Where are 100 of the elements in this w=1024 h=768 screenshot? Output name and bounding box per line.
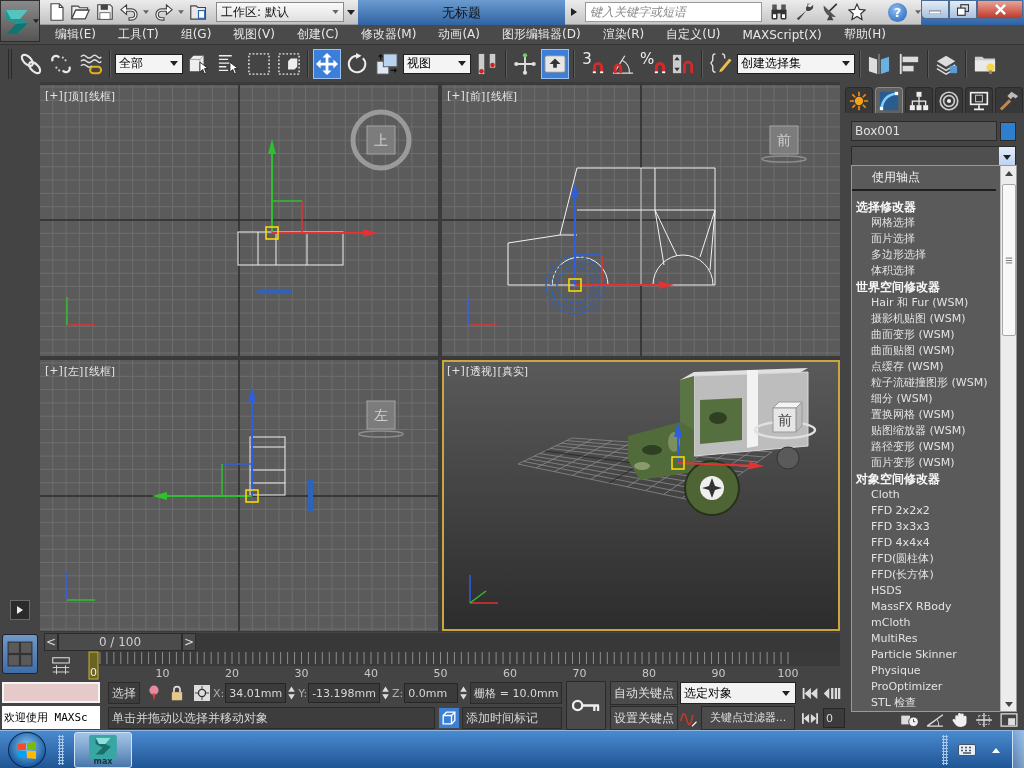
taskbar-app-button[interactable]: max	[74, 732, 132, 768]
menu-item[interactable]: 组(G)	[180, 26, 212, 43]
menu-item[interactable]: MAXScript(X)	[742, 27, 822, 42]
spinner-arrows-icon[interactable]	[460, 686, 468, 700]
modifier-option[interactable]: 体积选择	[852, 263, 1000, 279]
search-field[interactable]: 键入关键字或短语	[585, 2, 762, 22]
script-input-field[interactable]	[2, 682, 100, 703]
menu-item[interactable]: 自定义(U)	[666, 26, 721, 43]
spinner-arrows-icon[interactable]	[288, 686, 296, 700]
menu-item[interactable]: 编辑(E)	[55, 26, 96, 43]
move-gizmo[interactable]	[671, 422, 764, 470]
keyboard-icon[interactable]	[958, 744, 976, 756]
menu-item[interactable]: 创建(C)	[296, 26, 339, 43]
modifier-option[interactable]: Cloth	[852, 487, 1000, 503]
modifier-option[interactable]: 点缓存 (WSM)	[852, 359, 1000, 375]
scroll-thumb[interactable]	[1001, 184, 1016, 336]
move-button[interactable]	[313, 48, 341, 79]
modifier-option[interactable]: HSDS	[852, 583, 1000, 599]
viewport-menu[interactable]: [+]	[447, 364, 465, 379]
menu-item[interactable]: 动画(A)	[438, 26, 480, 43]
modifier-option[interactable]: Hair 和 Fur (WSM)	[852, 295, 1000, 311]
set-keys-button[interactable]	[566, 681, 606, 730]
modifier-option[interactable]: 多边形选择	[852, 247, 1000, 263]
modify-tab[interactable]	[875, 87, 903, 113]
coordinate-field[interactable]: 0.0mm	[404, 683, 459, 703]
caret-right-icon[interactable]	[571, 8, 577, 16]
key-mode-dropdown[interactable]: 选定对象	[680, 682, 796, 704]
caret-down-icon[interactable]	[1004, 702, 1013, 707]
viewport[interactable]: 左 [+][左][线框]	[40, 360, 438, 631]
binoculars-icon[interactable]	[770, 3, 788, 21]
motion-tab[interactable]	[935, 87, 963, 113]
modifier-option[interactable]: mCloth	[852, 615, 1000, 631]
object-color-swatch[interactable]	[1000, 121, 1016, 141]
play-button[interactable]	[10, 600, 30, 620]
workspace-dropdown[interactable]: 工作区: 默认	[216, 2, 344, 22]
modifier-option[interactable]: 贴图缩放器 (WSM)	[852, 423, 1000, 439]
frame-field[interactable]: 0	[823, 708, 845, 728]
viewport-menu[interactable]: [顶]	[63, 89, 84, 104]
menu-item[interactable]: 渲染(R)	[602, 26, 645, 43]
double-triangle-icon[interactable]	[802, 712, 818, 724]
modifier-option[interactable]: 置换网格 (WSM)	[852, 407, 1000, 423]
transform-mode-button[interactable]	[194, 682, 210, 704]
modifier-option[interactable]: 面片选择	[852, 231, 1000, 247]
wrench-icon[interactable]	[796, 3, 814, 21]
set-key-button[interactable]: 设置关键点	[610, 706, 678, 730]
viewport-menu[interactable]: [线框]	[84, 89, 115, 104]
modifier-option[interactable]: 面片变形 (WSM)	[852, 455, 1000, 471]
maximize-icon[interactable]	[1000, 713, 1018, 727]
move-gizmo[interactable]	[568, 183, 674, 292]
modifier-option[interactable]: FFD 4x4x4	[852, 535, 1000, 551]
menu-item[interactable]: 图形编辑器(D)	[501, 26, 581, 43]
auto-key-button[interactable]: 自动关键点	[610, 681, 678, 705]
coordinate-field[interactable]: 34.01mm	[225, 683, 287, 703]
menu-item[interactable]: 修改器(M)	[360, 26, 417, 43]
modifier-option[interactable]: FFD(圆柱体)	[852, 551, 1000, 567]
scrollbar[interactable]	[1000, 166, 1016, 711]
viewport-menu[interactable]: [左]	[63, 364, 84, 379]
time-marker[interactable]: 0	[88, 651, 99, 680]
modifier-option[interactable]: STL 检查	[852, 695, 1000, 711]
star-icon[interactable]	[848, 3, 866, 21]
application-button[interactable]	[0, 0, 40, 42]
spinner-arrows-icon[interactable]	[382, 686, 390, 700]
modifier-option[interactable]: 网格选择	[852, 215, 1000, 231]
viewport-menu[interactable]: [前]	[465, 89, 486, 104]
previous-frame-button[interactable]: <	[44, 632, 58, 651]
viewport-menu[interactable]: [线框]	[486, 89, 517, 104]
next-frame-button[interactable]: >	[182, 632, 196, 651]
selection-filter-dropdown[interactable]: 全部	[115, 53, 183, 74]
time-slider-thumb[interactable]: 0 / 100	[58, 632, 182, 651]
modifier-option[interactable]: 路径变形 (WSM)	[852, 439, 1000, 455]
coordinate-field[interactable]: -13.198mm	[308, 683, 381, 703]
shortcut-override-button[interactable]	[541, 48, 569, 79]
save-button[interactable]	[94, 1, 115, 23]
angle-lines-icon[interactable]	[926, 713, 944, 727]
modifier-option[interactable]: ProOptimizer	[852, 679, 1000, 695]
modifier-option[interactable]: Physique	[852, 663, 1000, 679]
previous-frame-icon[interactable]	[823, 687, 841, 699]
modifier-option[interactable]: 摄影机贴图 (WSM)	[852, 311, 1000, 327]
modifier-option[interactable]: 使用轴点	[852, 167, 1000, 189]
viewport-menu[interactable]: [+]	[45, 89, 63, 104]
viewport[interactable]: 上 [+][顶][线框]	[40, 85, 438, 356]
viewport-menu[interactable]: [线框]	[84, 364, 115, 379]
satellite-dish-icon[interactable]	[822, 3, 840, 21]
snap-toggle-button[interactable]: 3	[579, 48, 607, 79]
redo-button[interactable]	[153, 1, 174, 23]
menu-item[interactable]: 视图(V)	[233, 26, 275, 43]
modifier-option[interactable]: MultiRes	[852, 631, 1000, 647]
modifier-list-dropdown[interactable]	[851, 146, 1016, 168]
modifier-option[interactable]: 曲面贴图 (WSM)	[852, 343, 1000, 359]
caret-up-icon[interactable]	[1004, 171, 1013, 176]
utilities-tab[interactable]	[995, 87, 1023, 113]
modifier-option[interactable]: FFD(长方体)	[852, 567, 1000, 583]
viewport-menu[interactable]: [透视]	[465, 364, 497, 379]
time-slider[interactable]: < 0 / 100 >	[44, 632, 840, 651]
modifier-option[interactable]: MassFX RBody	[852, 599, 1000, 615]
restore-button[interactable]	[949, 0, 977, 19]
create-tab[interactable]	[845, 87, 873, 113]
display-tab[interactable]	[965, 87, 993, 113]
key-filters-button[interactable]: 关键点过滤器...	[701, 705, 795, 730]
object-name-field[interactable]: Box001	[851, 121, 997, 141]
